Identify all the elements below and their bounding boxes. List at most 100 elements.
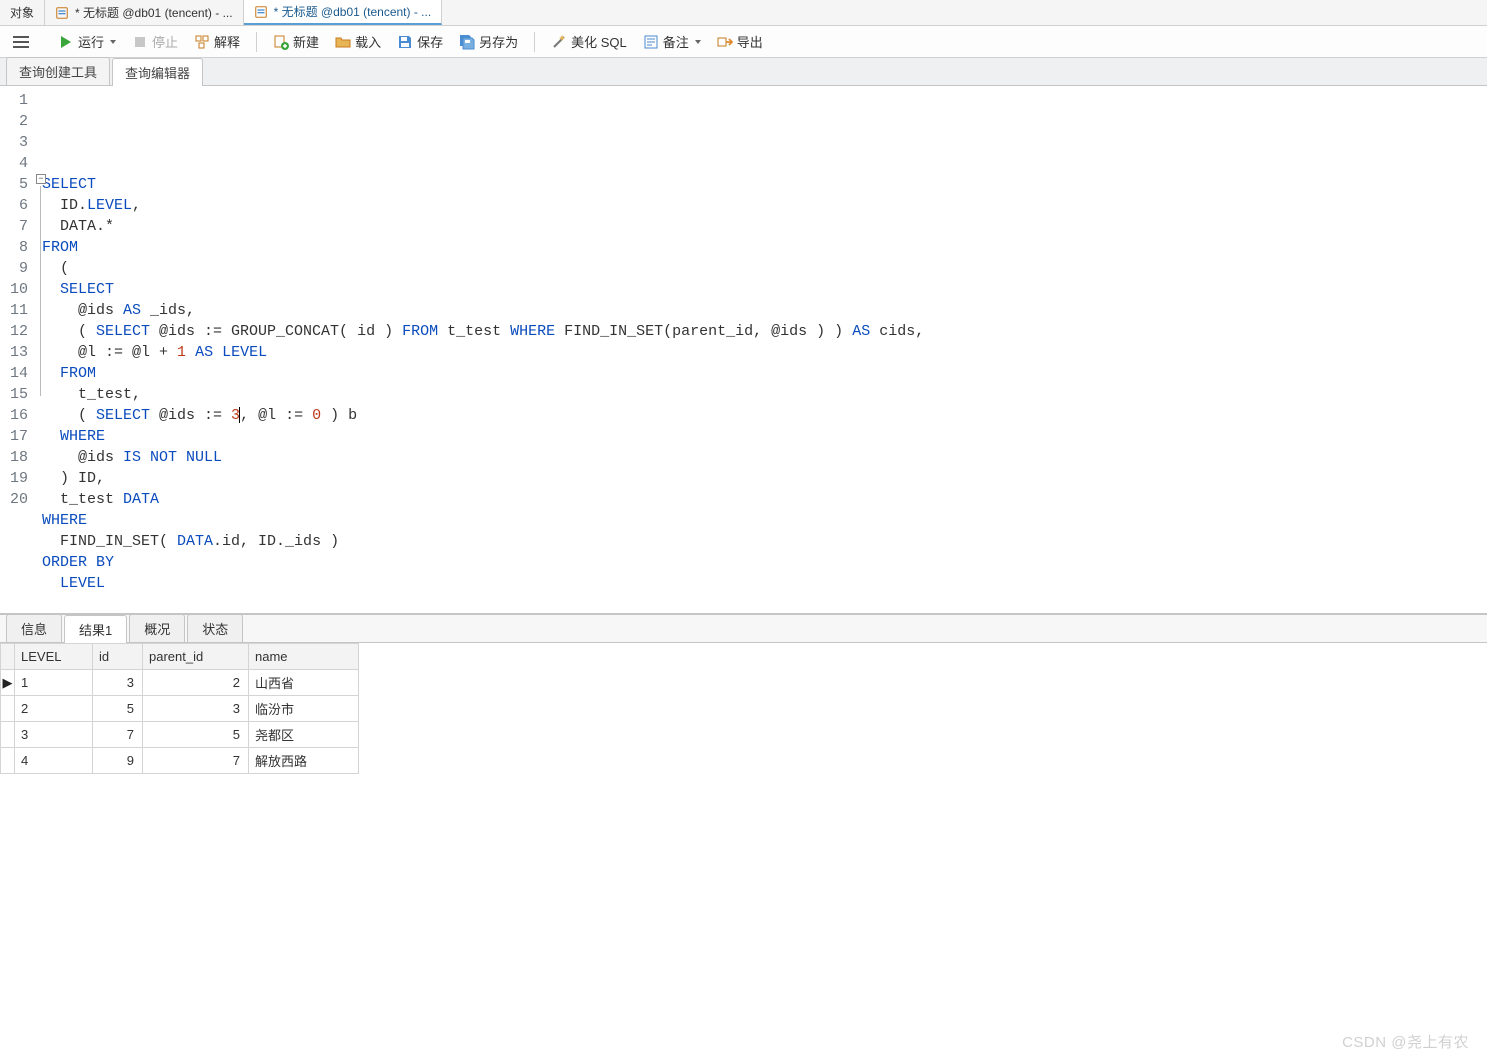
toolbar: 运行 停止 解释 新建 载入 保存 另存为 美化 SQL 备注 导出 xyxy=(0,26,1487,58)
toolbar-separator xyxy=(256,32,257,52)
code-line[interactable]: @ids IS NOT NULL xyxy=(42,447,1487,468)
save-label: 保存 xyxy=(417,32,443,51)
tab-query-builder[interactable]: 查询创建工具 xyxy=(6,57,110,85)
watermark: CSDN @尧上有农 xyxy=(1342,1031,1469,1052)
beautify-button[interactable]: 美化 SQL xyxy=(545,30,633,53)
tab-info[interactable]: 信息 xyxy=(6,614,62,642)
code-line[interactable]: @ids AS _ids, xyxy=(42,300,1487,321)
explain-label: 解释 xyxy=(214,32,240,51)
cell-LEVEL[interactable]: 2 xyxy=(15,696,93,722)
tab-result1[interactable]: 结果1 xyxy=(64,615,127,643)
col-header-parent_id[interactable]: parent_id xyxy=(143,644,249,670)
note-button[interactable]: 备注 xyxy=(637,30,707,53)
tab-status[interactable]: 状态 xyxy=(187,614,243,642)
sql-file-icon xyxy=(55,6,69,20)
cell-name[interactable]: 尧都区 xyxy=(249,722,359,748)
cell-id[interactable]: 7 xyxy=(93,722,143,748)
col-header-name[interactable]: name xyxy=(249,644,359,670)
cell-parent_id[interactable]: 3 xyxy=(143,696,249,722)
save-as-icon xyxy=(459,34,475,50)
result-grid[interactable]: LEVEL id parent_id name ▶132山西省253临汾市375… xyxy=(0,643,359,774)
code-line[interactable]: ( SELECT @ids := GROUP_CONCAT( id ) FROM… xyxy=(42,321,1487,342)
cell-parent_id[interactable]: 7 xyxy=(143,748,249,774)
code-line[interactable]: @l := @l + 1 AS LEVEL xyxy=(42,342,1487,363)
tab-query-1[interactable]: * 无标题 @db01 (tencent) - ... xyxy=(45,0,244,25)
cell-LEVEL[interactable]: 1 xyxy=(15,670,93,696)
chevron-down-icon xyxy=(110,40,116,44)
table-row[interactable]: 253临汾市 xyxy=(1,696,359,722)
save-button[interactable]: 保存 xyxy=(391,30,449,53)
cell-id[interactable]: 5 xyxy=(93,696,143,722)
folder-open-icon xyxy=(335,34,351,50)
line-gutter: 1234567891011121314151617181920 xyxy=(0,86,34,613)
explain-icon xyxy=(194,34,210,50)
explain-button[interactable]: 解释 xyxy=(188,30,246,53)
code-line[interactable]: t_test, xyxy=(42,384,1487,405)
table-row[interactable]: 497解放西路 xyxy=(1,748,359,774)
code-line[interactable]: FIND_IN_SET( DATA.id, ID._ids ) xyxy=(42,531,1487,552)
code-line[interactable]: t_test DATA xyxy=(42,489,1487,510)
cell-id[interactable]: 3 xyxy=(93,670,143,696)
run-button[interactable]: 运行 xyxy=(52,30,122,53)
code-line[interactable]: FROM xyxy=(42,237,1487,258)
note-icon xyxy=(643,34,659,50)
tab-objects[interactable]: 对象 xyxy=(0,0,45,25)
results-panel: 信息 结果1 概况 状态 LEVEL id parent_id name ▶13… xyxy=(0,614,1487,774)
tab-query-2-label: * 无标题 @db01 (tencent) - ... xyxy=(274,3,432,20)
export-button[interactable]: 导出 xyxy=(711,30,769,53)
save-icon xyxy=(397,34,413,50)
load-button[interactable]: 载入 xyxy=(329,30,387,53)
cell-parent_id[interactable]: 5 xyxy=(143,722,249,748)
export-icon xyxy=(717,34,733,50)
tab-summary[interactable]: 概况 xyxy=(129,614,185,642)
new-icon xyxy=(273,34,289,50)
code-line[interactable]: WHERE xyxy=(42,510,1487,531)
row-marker xyxy=(1,722,15,748)
note-label: 备注 xyxy=(663,32,689,51)
code-line[interactable]: WHERE xyxy=(42,426,1487,447)
cell-LEVEL[interactable]: 3 xyxy=(15,722,93,748)
tab-query-2[interactable]: * 无标题 @db01 (tencent) - ... xyxy=(244,0,443,25)
col-header-level[interactable]: LEVEL xyxy=(15,644,93,670)
code-line[interactable]: ID.LEVEL, xyxy=(42,195,1487,216)
code-area[interactable]: − SELECT ID.LEVEL, DATA.*FROM ( SELECT @… xyxy=(34,86,1487,613)
code-line[interactable]: LEVEL xyxy=(42,573,1487,594)
tab-query-1-label: * 无标题 @db01 (tencent) - ... xyxy=(75,4,233,21)
editor-sub-tabs: 查询创建工具 查询编辑器 xyxy=(0,58,1487,86)
stop-icon xyxy=(132,34,148,50)
cell-name[interactable]: 山西省 xyxy=(249,670,359,696)
fold-toggle-icon[interactable]: − xyxy=(36,174,46,184)
tab-objects-label: 对象 xyxy=(10,4,34,21)
cell-name[interactable]: 临汾市 xyxy=(249,696,359,722)
new-button[interactable]: 新建 xyxy=(267,30,325,53)
code-line[interactable]: ) ID, xyxy=(42,468,1487,489)
code-line[interactable]: SELECT xyxy=(42,279,1487,300)
table-row[interactable]: 375尧都区 xyxy=(1,722,359,748)
wand-icon xyxy=(551,34,567,50)
menu-icon[interactable] xyxy=(10,31,32,53)
cell-parent_id[interactable]: 2 xyxy=(143,670,249,696)
fold-guide xyxy=(40,186,41,396)
cell-LEVEL[interactable]: 4 xyxy=(15,748,93,774)
code-line[interactable]: ( xyxy=(42,258,1487,279)
stop-button[interactable]: 停止 xyxy=(126,30,184,53)
table-row[interactable]: ▶132山西省 xyxy=(1,670,359,696)
code-line[interactable]: ORDER BY xyxy=(42,552,1487,573)
code-line[interactable]: ( SELECT @ids := 3, @l := 0 ) b xyxy=(42,405,1487,426)
tab-query-editor[interactable]: 查询编辑器 xyxy=(112,58,203,86)
run-label: 运行 xyxy=(78,32,104,51)
stop-label: 停止 xyxy=(152,32,178,51)
sql-file-icon xyxy=(254,5,268,19)
beautify-label: 美化 SQL xyxy=(571,32,627,51)
cell-id[interactable]: 9 xyxy=(93,748,143,774)
load-label: 载入 xyxy=(355,32,381,51)
row-marker: ▶ xyxy=(1,670,15,696)
save-as-button[interactable]: 另存为 xyxy=(453,30,524,53)
code-line[interactable]: DATA.* xyxy=(42,216,1487,237)
cell-name[interactable]: 解放西路 xyxy=(249,748,359,774)
col-header-id[interactable]: id xyxy=(93,644,143,670)
save-as-label: 另存为 xyxy=(479,32,518,51)
code-line[interactable]: SELECT xyxy=(42,174,1487,195)
code-line[interactable]: FROM xyxy=(42,363,1487,384)
sql-editor[interactable]: 1234567891011121314151617181920 − SELECT… xyxy=(0,86,1487,614)
